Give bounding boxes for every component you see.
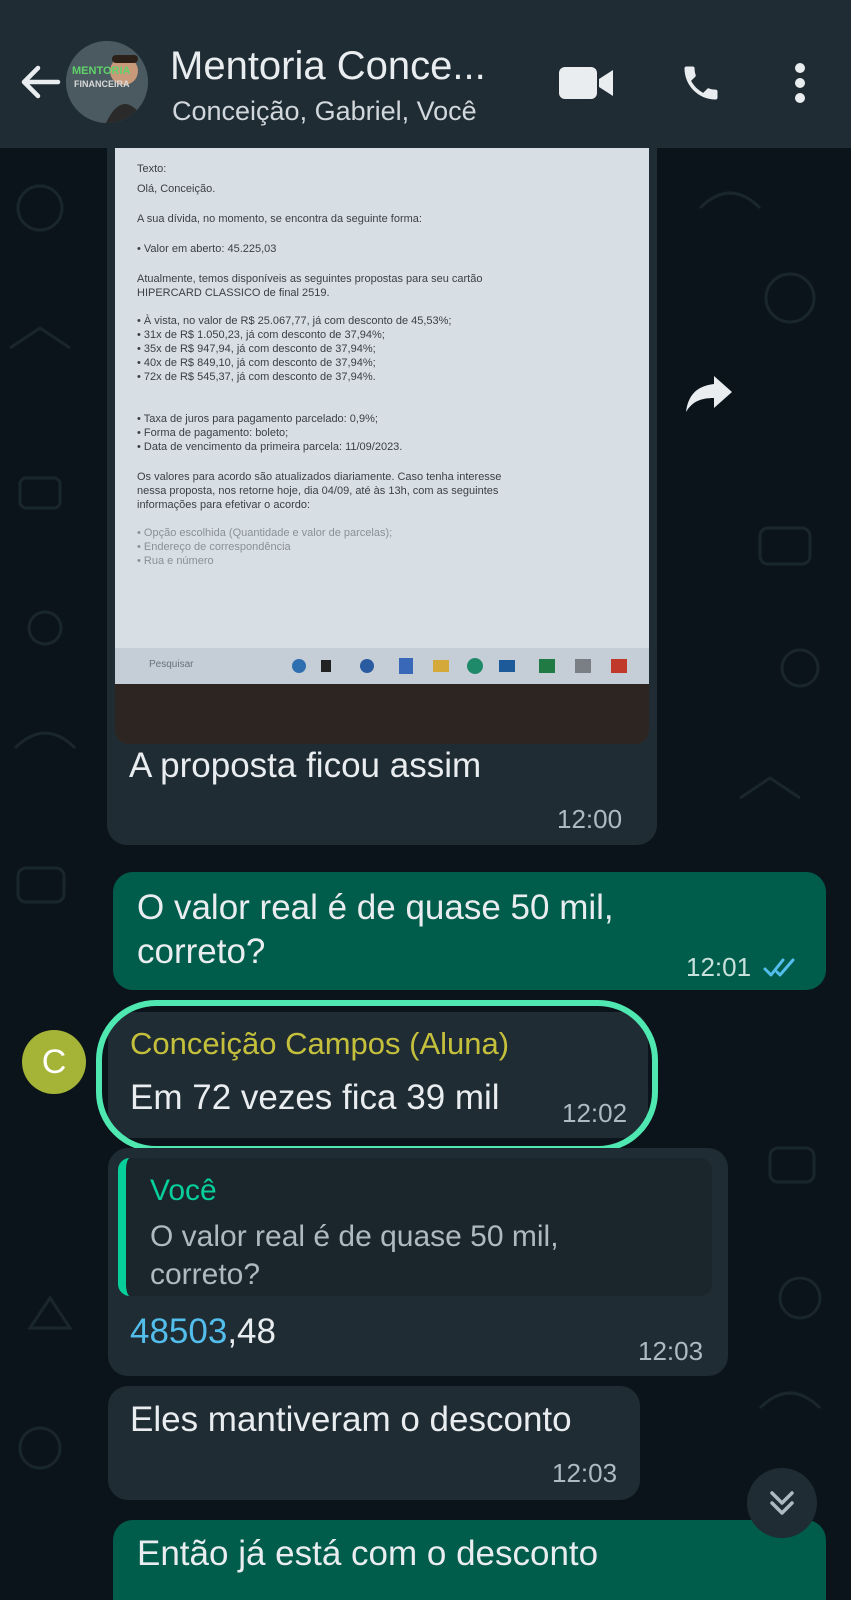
incoming-message[interactable]: Eles mantiveram o desconto 12:03 [108, 1386, 640, 1500]
photo-screen-content: Texto: Olá, Conceição. A sua dívida, no … [115, 148, 649, 648]
phone-icon[interactable] [676, 58, 726, 108]
chat-participants[interactable]: Conceição, Gabriel, Você [172, 96, 477, 127]
double-check-icon [763, 956, 801, 985]
photo-line: • Forma de pagamento: boleto; [137, 427, 289, 439]
message-text-line1: O valor real é de quase 50 mil, [137, 888, 614, 927]
photo-line: Olá, Conceição. [137, 183, 216, 195]
incoming-image-message[interactable]: Texto: Olá, Conceição. A sua dívida, no … [107, 148, 657, 845]
quote-text-line1: O valor real é de quase 50 mil, [150, 1220, 559, 1253]
group-avatar[interactable]: MENTORIA FINANCEIRA [66, 41, 148, 123]
message-text-rest: ,48 [227, 1312, 276, 1351]
incoming-reply-message[interactable]: Você O valor real é de quase 50 mil, cor… [108, 1148, 728, 1376]
forward-icon[interactable] [680, 364, 750, 434]
photo-line: HIPERCARD CLASSICO de final 2519. [137, 287, 330, 299]
quote-sender: Você [150, 1174, 217, 1207]
chat-area[interactable]: Texto: Olá, Conceição. A sua dívida, no … [0, 148, 851, 1600]
avatar-logo-text: MENTORIA [72, 65, 131, 77]
chat-title[interactable]: Mentoria Conce... [170, 44, 486, 89]
message-text: Então já está com o desconto [137, 1534, 599, 1573]
photo-line: • Rua e número [137, 555, 214, 567]
message-text: Eles mantiveram o desconto [130, 1400, 572, 1439]
scroll-down-icon[interactable] [747, 1468, 817, 1538]
photo-desk [115, 684, 649, 744]
photo-line: nessa proposta, nos retorne hoje, dia 04… [137, 485, 499, 497]
video-call-icon[interactable] [556, 58, 616, 108]
photo-line: • Data de vencimento da primeira parcela… [137, 441, 403, 453]
photo-line: • 31x de R$ 1.050,23, já com desconto de… [137, 329, 385, 341]
proposal-photo[interactable]: Texto: Olá, Conceição. A sua dívida, no … [115, 148, 649, 744]
phone-number-link[interactable]: 48503 [130, 1312, 227, 1351]
chat-header: MENTORIA FINANCEIRA Mentoria Conce... Co… [0, 0, 851, 148]
photo-line: • 72x de R$ 545,37, já com desconto de 3… [137, 371, 376, 383]
sender-avatar[interactable]: C [22, 1030, 86, 1094]
photo-line: informações para efetivar o acordo: [137, 499, 311, 511]
photo-line: A sua dívida, no momento, se encontra da… [137, 213, 422, 225]
photo-line: Os valores para acordo são atualizados d… [137, 471, 502, 483]
photo-line: • Opção escolhida (Quantidade e valor de… [137, 527, 393, 539]
message-text: 48503,48 [130, 1310, 276, 1354]
message-time: 12:03 [552, 1458, 618, 1488]
quote-text-line2: correto? [150, 1258, 261, 1291]
avatar-logo-text-2: FINANCEIRA [74, 79, 130, 89]
more-options-icon[interactable] [780, 58, 820, 108]
back-arrow-icon[interactable] [18, 58, 62, 106]
photo-line: Texto: [137, 163, 167, 175]
message-time: 12:03 [638, 1336, 704, 1366]
photo-line: • Endereço de correspondência [137, 541, 291, 553]
highlight-outline [96, 1000, 658, 1152]
photo-line: • Taxa de juros para pagamento parcelado… [137, 413, 378, 425]
photo-taskbar: Pesquisar [115, 648, 649, 684]
photo-line: • 40x de R$ 849,10, já com desconto de 3… [137, 357, 376, 369]
message-time: 12:01 [686, 952, 752, 982]
photo-line: • Valor em aberto: 45.225,03 [137, 243, 277, 255]
message-time: 12:00 [557, 804, 623, 834]
message-text: A proposta ficou assim [129, 746, 482, 785]
outgoing-message-partial[interactable]: Então já está com o desconto [113, 1520, 826, 1600]
quoted-message[interactable]: Você O valor real é de quase 50 mil, cor… [118, 1158, 712, 1296]
photo-line: • À vista, no valor de R$ 25.067,77, já … [137, 315, 452, 327]
photo-line: • 35x de R$ 947,94, já com desconto de 3… [137, 343, 376, 355]
message-text-line2: correto? [137, 932, 266, 971]
photo-line: Atualmente, temos disponíveis as seguint… [137, 273, 483, 285]
outgoing-message[interactable]: O valor real é de quase 50 mil, correto?… [113, 872, 826, 990]
